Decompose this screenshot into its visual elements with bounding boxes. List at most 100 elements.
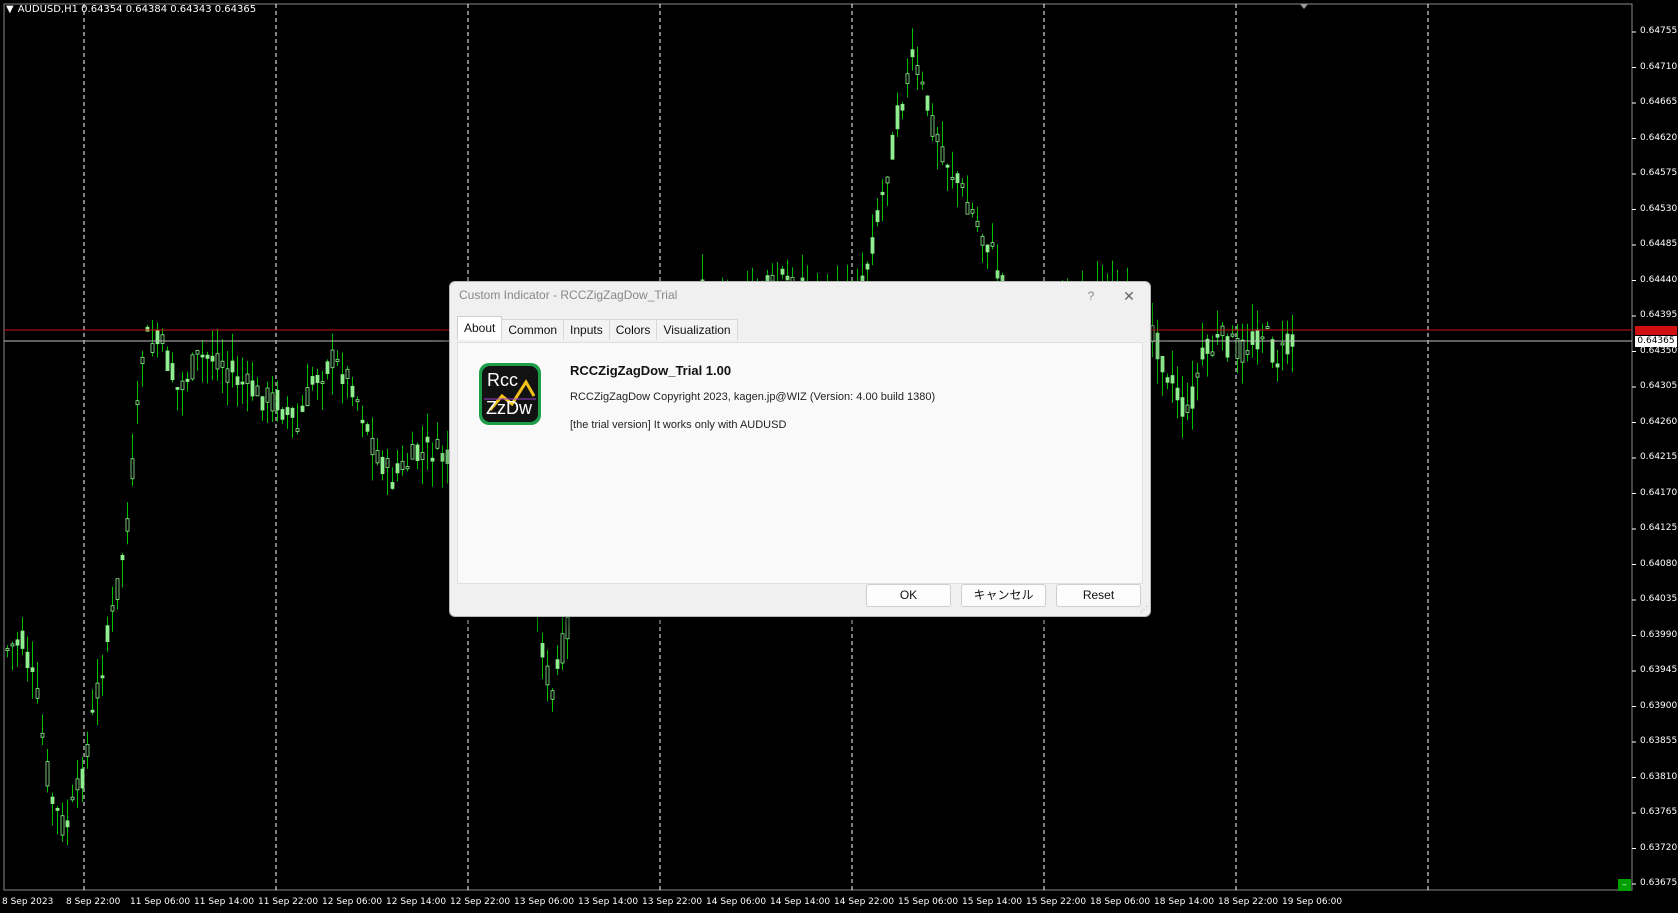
candle-body	[70, 796, 75, 801]
price-axis-label: 0.64215	[1640, 452, 1678, 462]
candle-body	[1275, 363, 1280, 368]
price-axis-label: 0.63900	[1640, 700, 1678, 711]
candle-body	[955, 173, 960, 184]
candle-body	[50, 796, 55, 804]
resize-grip-icon[interactable]: ⋰	[1140, 606, 1148, 614]
indicator-note: [the trial version] It works only with A…	[570, 419, 787, 431]
candle-body	[210, 355, 215, 362]
tab-common[interactable]: Common	[501, 319, 565, 340]
candle-body	[985, 244, 990, 253]
candle-body	[275, 389, 280, 411]
reset-button[interactable]: Reset	[1056, 584, 1141, 607]
candle-body	[1270, 339, 1275, 363]
price-axis-label: 0.64395	[1640, 310, 1678, 320]
dropdown-triangle-icon[interactable]: ▼	[6, 4, 14, 15]
candle-body	[285, 407, 290, 415]
candle-body	[405, 466, 410, 470]
price-axis-label: 0.64035	[1640, 594, 1678, 604]
candle-body	[215, 353, 220, 370]
candle-body	[945, 164, 950, 168]
candle-body	[430, 457, 435, 462]
candle-body	[425, 436, 430, 443]
candle-body	[195, 350, 200, 355]
chart-shift-marker	[1300, 4, 1308, 9]
candle-body	[35, 688, 40, 699]
price-axis-label: 0.63675	[1640, 878, 1678, 888]
chart-title: ▼ AUDUSD,H1 0.64354 0.64384 0.64343 0.643…	[6, 4, 256, 15]
candle-body	[95, 682, 100, 699]
candle-body	[785, 275, 790, 281]
help-icon[interactable]: ?	[1079, 286, 1103, 306]
candle-body	[345, 368, 350, 379]
candle-body	[130, 458, 135, 480]
candle-body	[410, 444, 415, 460]
close-icon[interactable]: ✕	[1116, 286, 1142, 306]
candle-body	[265, 387, 270, 403]
price-axis-label: 0.63945	[1640, 665, 1678, 675]
candle-body	[230, 360, 235, 373]
indicator-name: RCCZigZagDow_Trial 1.00	[570, 363, 732, 378]
candle-body	[200, 354, 205, 358]
candle-body	[1235, 338, 1240, 360]
price-axis-label: 0.64125	[1640, 523, 1678, 533]
candle-body	[250, 380, 255, 397]
price-axis-label: 0.63810	[1640, 771, 1678, 782]
candle-body	[305, 387, 310, 407]
candle-body	[930, 115, 935, 137]
candle-body	[390, 482, 395, 489]
candle-body	[980, 235, 985, 246]
ok-button[interactable]: OK	[866, 584, 951, 607]
candle-body	[190, 354, 195, 380]
candle-body	[950, 176, 955, 180]
price-axis-label: 0.64710	[1640, 61, 1678, 72]
tab-inputs[interactable]: Inputs	[563, 319, 610, 340]
price-axis-label: 0.64080	[1640, 558, 1678, 569]
candle-body	[960, 183, 965, 188]
custom-indicator-dialog: Custom Indicator - RCCZigZagDow_Trial ? …	[449, 281, 1151, 617]
candle-body	[375, 450, 380, 464]
time-axis-label: 13 Sep 22:00	[642, 897, 703, 907]
price-axis-label: 0.64350	[1640, 345, 1678, 356]
tab-visualization[interactable]: Visualization	[656, 319, 738, 340]
candle-body	[100, 675, 105, 679]
cancel-button[interactable]: キャンセル	[961, 584, 1046, 607]
candle-body	[900, 103, 905, 111]
time-axis-label: 15 Sep 06:00	[898, 897, 959, 907]
chart-corner-button[interactable]: –	[1618, 879, 1631, 891]
time-axis-label: 18 Sep 06:00	[1090, 897, 1151, 907]
candle-body	[135, 400, 140, 406]
candle-body	[155, 330, 160, 345]
price-axis-label: 0.63855	[1640, 736, 1678, 746]
candle-body	[975, 220, 980, 228]
about-panel: Rcc ZzDw RCCZigZagDow_Trial 1.00 RCCZigZ…	[457, 342, 1143, 584]
price-axis-label: 0.64305	[1640, 381, 1678, 391]
candle-body	[290, 407, 295, 418]
time-axis-label: 11 Sep 06:00	[130, 897, 191, 907]
ask-price-marker	[1635, 326, 1677, 335]
time-axis-label: 11 Sep 14:00	[194, 897, 255, 907]
tab-about[interactable]: About	[457, 316, 503, 340]
candle-body	[185, 378, 190, 382]
candle-body	[150, 343, 155, 353]
candle-body	[170, 363, 175, 381]
candle-body	[565, 617, 570, 640]
candle-body	[240, 381, 245, 385]
candle-body	[1285, 333, 1290, 355]
candle-body	[780, 268, 785, 275]
candle-body	[160, 334, 165, 344]
candle-body	[1170, 375, 1175, 384]
candle-body	[990, 242, 995, 247]
candle-body	[420, 452, 425, 461]
candle-body	[550, 690, 555, 700]
candle-body	[65, 820, 70, 828]
candle-body	[395, 463, 400, 474]
tab-colors[interactable]: Colors	[608, 319, 658, 340]
candle-body	[865, 263, 870, 270]
candle-body	[540, 643, 545, 658]
candle-body	[890, 134, 895, 160]
candle-body	[365, 424, 370, 432]
candle-body	[25, 651, 30, 669]
price-axis-label: 0.64755	[1640, 26, 1678, 36]
time-axis-label: 12 Sep 06:00	[322, 897, 383, 907]
candle-body	[435, 439, 440, 449]
